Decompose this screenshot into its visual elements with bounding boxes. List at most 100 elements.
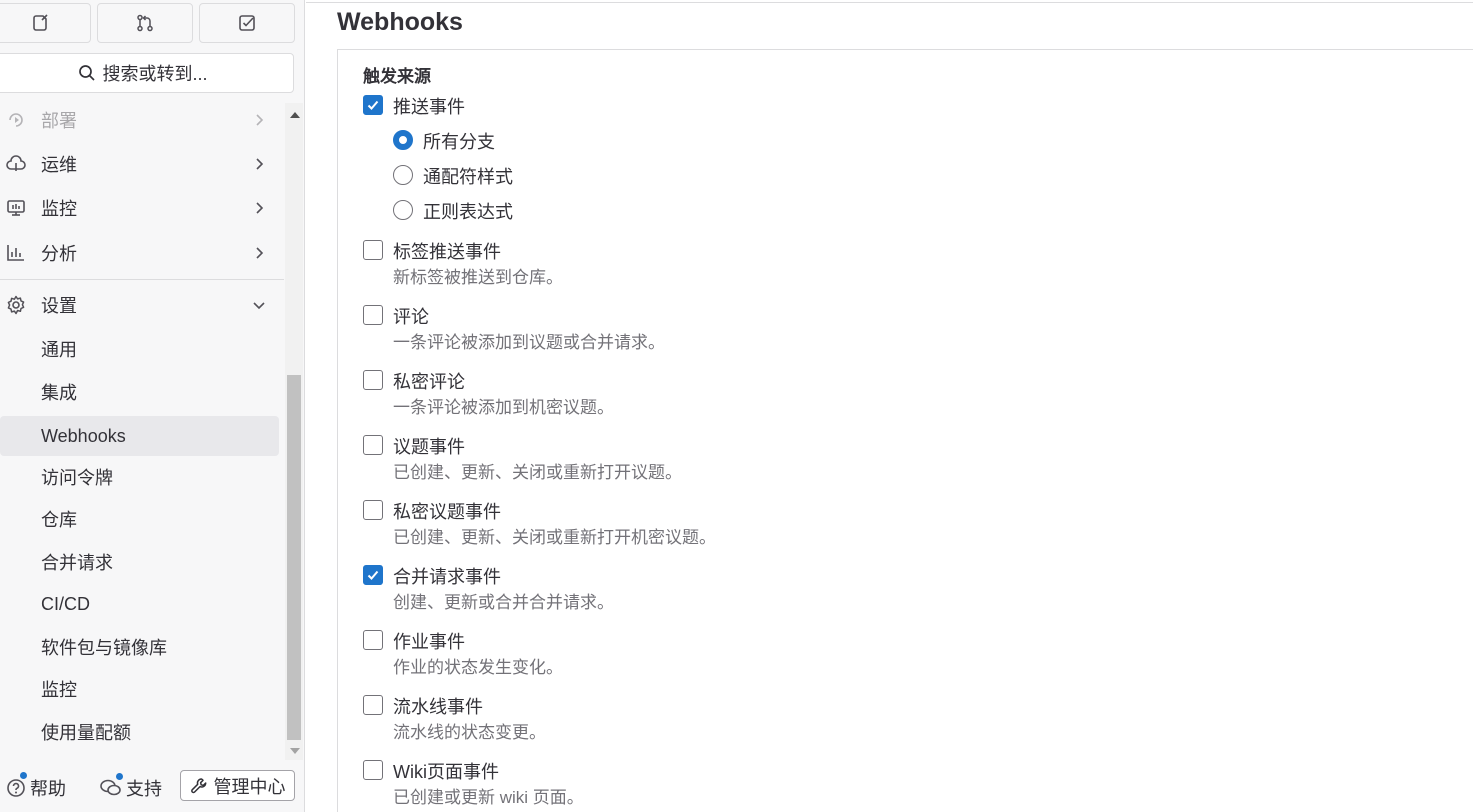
scroll-down-arrow[interactable]: [290, 748, 300, 754]
radio-label: 所有分支: [423, 132, 495, 152]
sidebar-item-webhooks[interactable]: Webhooks: [0, 416, 279, 456]
merge-requests-button[interactable]: [97, 3, 193, 43]
sidebar-item-monitor[interactable]: 监控: [0, 188, 279, 228]
chevron-right-icon: [256, 158, 264, 170]
sidebar-item-analyze[interactable]: 分析: [0, 233, 279, 273]
top-divider: [306, 2, 1473, 3]
scroll-up-arrow[interactable]: [290, 112, 300, 118]
sidebar-item-integrations[interactable]: 集成: [0, 372, 279, 412]
trigger-checkbox[interactable]: [363, 370, 383, 390]
radio-regex[interactable]: [393, 200, 413, 220]
todo-icon: [239, 15, 255, 31]
merge-request-icon: [137, 14, 153, 32]
help-link[interactable]: 帮助: [6, 775, 66, 801]
trigger-checkbox[interactable]: [363, 760, 383, 780]
sidebar-footer: 帮助 支持 管理中心: [0, 768, 305, 804]
trigger-help: 一条评论被添加到机密议题。: [393, 398, 614, 417]
help-notification-dot: [20, 772, 27, 779]
admin-label: 管理中心: [213, 776, 286, 797]
trigger-label: 标签推送事件: [393, 242, 501, 262]
trigger-help: 已创建、更新、关闭或重新打开议题。: [393, 463, 682, 482]
sidebar-top-buttons: [0, 3, 295, 43]
trigger-help: 一条评论被添加到议题或合并请求。: [393, 333, 665, 352]
trigger-checkbox[interactable]: [363, 500, 383, 520]
trigger-checkbox[interactable]: [363, 630, 383, 650]
radio-all-branches[interactable]: [393, 130, 413, 150]
sidebar-item-general[interactable]: 通用: [0, 329, 279, 369]
trigger-label: 私密议题事件: [393, 502, 501, 522]
trigger-section-label: 触发来源: [363, 67, 431, 86]
monitor-icon: [6, 198, 26, 218]
trigger-label: 合并请求事件: [393, 567, 501, 587]
trigger-checkbox[interactable]: [363, 240, 383, 260]
support-label: 支持: [126, 779, 162, 799]
sidebar-item-access-tokens[interactable]: 访问令牌: [0, 457, 279, 497]
sidebar-item-label: Webhooks: [41, 425, 126, 446]
sidebar-item-monitor-settings[interactable]: 监控: [0, 669, 279, 709]
deploy-icon: [6, 110, 26, 130]
checkmark-icon: [367, 570, 379, 580]
sidebar-item-label: CI/CD: [41, 593, 90, 614]
trigger-checkbox[interactable]: [363, 435, 383, 455]
sidebar-item-label: 软件包与镜像库: [41, 638, 167, 658]
radio-wildcard[interactable]: [393, 165, 413, 185]
sidebar-item-label: 访问令牌: [41, 468, 113, 488]
sidebar-item-repository[interactable]: 仓库: [0, 499, 279, 539]
chart-icon: [6, 243, 26, 263]
trigger-help: 流水线的状态变更。: [393, 723, 546, 742]
sidebar-item-label: 运维: [41, 155, 77, 175]
radio-label: 通配符样式: [423, 167, 513, 187]
issues-button[interactable]: [0, 3, 91, 43]
search-button[interactable]: 搜索或转到...: [0, 53, 294, 93]
chevron-right-icon: [256, 202, 264, 214]
sidebar-item-label: 合并请求: [41, 553, 113, 573]
sidebar-item-label: 集成: [41, 383, 77, 403]
sidebar-item-merge-requests[interactable]: 合并请求: [0, 542, 279, 582]
gear-icon: [6, 295, 26, 315]
issues-icon: [32, 14, 48, 31]
trigger-label: 议题事件: [393, 437, 465, 457]
sidebar-divider: [0, 279, 284, 280]
chat-icon: [100, 779, 121, 796]
sidebar: 搜索或转到... 部署 运维 监控 分析 设置 通用 集成 Webhooks 访…: [0, 0, 305, 812]
chevron-down-icon: [253, 302, 265, 310]
push-events-checkbox[interactable]: [363, 95, 383, 115]
sidebar-item-usage-quotas[interactable]: 使用量配额: [0, 712, 279, 752]
wrench-icon: [190, 777, 206, 793]
chevron-right-icon: [256, 114, 264, 126]
sidebar-item-label: 分析: [41, 244, 77, 264]
trigger-label: Wiki页面事件: [393, 762, 499, 782]
push-events-label: 推送事件: [393, 97, 465, 117]
support-notification-dot: [116, 773, 123, 780]
trigger-checkbox[interactable]: [363, 565, 383, 585]
radio-label: 正则表达式: [423, 202, 513, 222]
trigger-checkbox[interactable]: [363, 695, 383, 715]
sidebar-item-operate[interactable]: 运维: [0, 144, 279, 184]
trigger-label: 流水线事件: [393, 697, 483, 717]
sidebar-item-settings[interactable]: 设置: [0, 285, 279, 325]
sidebar-item-label: 监控: [41, 199, 77, 219]
sidebar-item-label: 使用量配额: [41, 723, 131, 743]
main-content: Webhooks 触发来源 推送事件 所有分支 通配符样式 正则表达式 标签推送…: [306, 0, 1473, 812]
scroll-thumb[interactable]: [287, 375, 301, 740]
sidebar-item-cicd[interactable]: CI/CD: [0, 584, 279, 624]
sidebar-scrollbar[interactable]: [285, 103, 303, 760]
sidebar-item-label: 监控: [41, 680, 77, 700]
search-label: 搜索或转到...: [102, 64, 208, 84]
admin-area-button[interactable]: 管理中心: [180, 770, 295, 801]
search-icon: [79, 65, 96, 81]
todo-button[interactable]: [199, 3, 295, 43]
sidebar-item-label: 仓库: [41, 510, 77, 530]
sidebar-item-label: 通用: [41, 340, 77, 360]
sidebar-item-label: 部署: [41, 111, 77, 131]
trigger-help: 新标签被推送到仓库。: [393, 268, 563, 287]
help-label: 帮助: [30, 779, 66, 799]
sidebar-item-deploy[interactable]: 部署: [0, 100, 279, 140]
sidebar-item-packages[interactable]: 软件包与镜像库: [0, 627, 279, 667]
support-link[interactable]: 支持: [100, 775, 162, 801]
trigger-help: 作业的状态发生变化。: [393, 658, 563, 677]
sidebar-item-label: 设置: [41, 296, 77, 316]
trigger-label: 私密评论: [393, 372, 465, 392]
trigger-checkbox[interactable]: [363, 305, 383, 325]
trigger-help: 已创建、更新、关闭或重新打开机密议题。: [393, 528, 716, 547]
